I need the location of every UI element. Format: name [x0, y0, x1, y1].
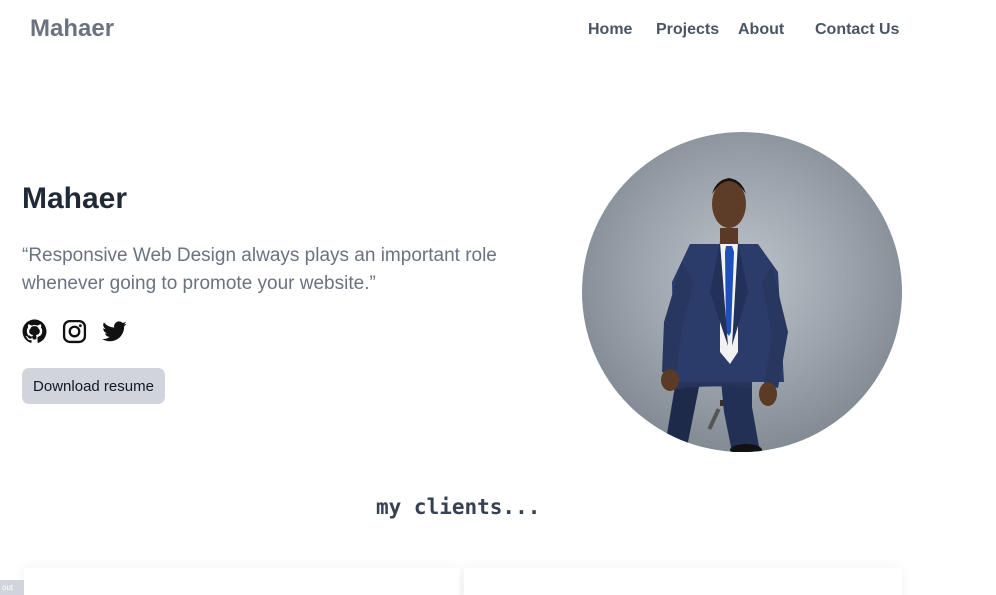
corner-tag: out [0, 580, 24, 595]
profile-photo-illustration [660, 178, 788, 452]
github-icon-graphic [22, 319, 47, 343]
nav-links: Home Projects About Contact Us [0, 21, 996, 43]
twitter-icon-graphic [102, 321, 127, 342]
instagram-icon[interactable] [62, 319, 87, 344]
twitter-icon[interactable] [102, 319, 127, 344]
nav-link-about[interactable]: About [738, 21, 784, 39]
hero-name: Mahaer [22, 182, 128, 215]
profile-photo [582, 132, 902, 452]
hero-quote: “Responsive Web Design always plays an i… [22, 245, 497, 294]
navbar: Mahaer Home Projects About Contact Us [0, 0, 996, 62]
nav-link-home[interactable]: Home [588, 21, 632, 39]
instagram-icon-graphic [62, 319, 87, 344]
download-resume-button[interactable]: Download resume [22, 368, 165, 404]
client-card [24, 568, 460, 595]
github-icon[interactable] [22, 319, 47, 344]
clients-title: my clients... [376, 495, 541, 519]
nav-link-contact-us[interactable]: Contact Us [815, 21, 899, 39]
page: Mahaer Home Projects About Contact Us Ma… [0, 0, 996, 595]
nav-link-projects[interactable]: Projects [656, 21, 719, 39]
client-card [464, 568, 902, 595]
